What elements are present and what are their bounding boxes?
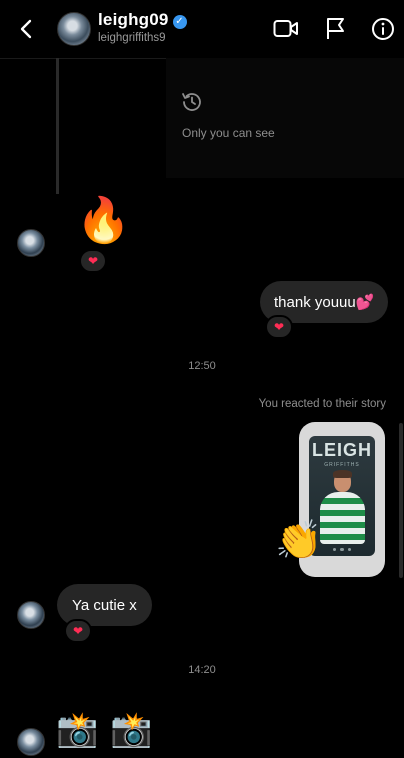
fire-emoji-message[interactable]: 🔥: [76, 196, 131, 246]
heart-reaction[interactable]: ❤: [265, 315, 293, 339]
info-icon: [372, 18, 394, 40]
flag-icon: [327, 18, 344, 39]
heart-icon: ❤: [87, 254, 99, 268]
timestamp: 12:50: [188, 360, 216, 372]
camera-flash-emoji-message[interactable]: 📸: [56, 708, 98, 752]
heart-icon: ❤: [72, 624, 84, 638]
only-you-can-see-text: Only you can see: [182, 126, 275, 140]
info-button[interactable]: [370, 16, 396, 42]
expired-story-panel: [166, 58, 404, 178]
camera-flash-emoji-message[interactable]: 📸: [110, 708, 152, 752]
story-subtitle-text: GRIFFITHS: [324, 462, 360, 468]
story-reply-rail: [56, 58, 59, 194]
display-name: leighg09: [98, 10, 169, 29]
back-chevron-icon: [20, 19, 32, 39]
story-progress-dots: [333, 548, 351, 551]
heart-icon: ❤: [273, 320, 285, 334]
message-text: thank youuu💕: [274, 294, 375, 311]
heart-reaction[interactable]: ❤: [64, 619, 92, 643]
player-jersey: [320, 492, 365, 544]
avatar[interactable]: [57, 12, 91, 46]
video-call-button[interactable]: [273, 16, 299, 42]
back-button[interactable]: [10, 14, 44, 44]
story-title-text: LEIGH: [311, 440, 372, 460]
heart-reaction[interactable]: ❤: [79, 249, 107, 273]
video-camera-icon: [273, 20, 298, 37]
chat-title[interactable]: leighg09 ✓ leighgriffiths9: [98, 10, 187, 44]
report-button[interactable]: [323, 16, 349, 42]
player-hair: [333, 470, 352, 478]
scrollbar[interactable]: [399, 423, 403, 578]
sender-avatar[interactable]: [17, 728, 45, 756]
clap-reaction-emoji: 👏: [275, 518, 323, 562]
username: leighgriffiths9: [98, 32, 166, 44]
timestamp: 14:20: [188, 664, 216, 676]
message-text: Ya cutie x: [72, 596, 137, 614]
sender-avatar[interactable]: [17, 601, 45, 629]
story-reaction-label: You reacted to their story: [258, 398, 386, 410]
history-icon: [180, 90, 204, 114]
sender-avatar[interactable]: [17, 229, 45, 257]
verified-badge-icon: ✓: [172, 15, 187, 29]
